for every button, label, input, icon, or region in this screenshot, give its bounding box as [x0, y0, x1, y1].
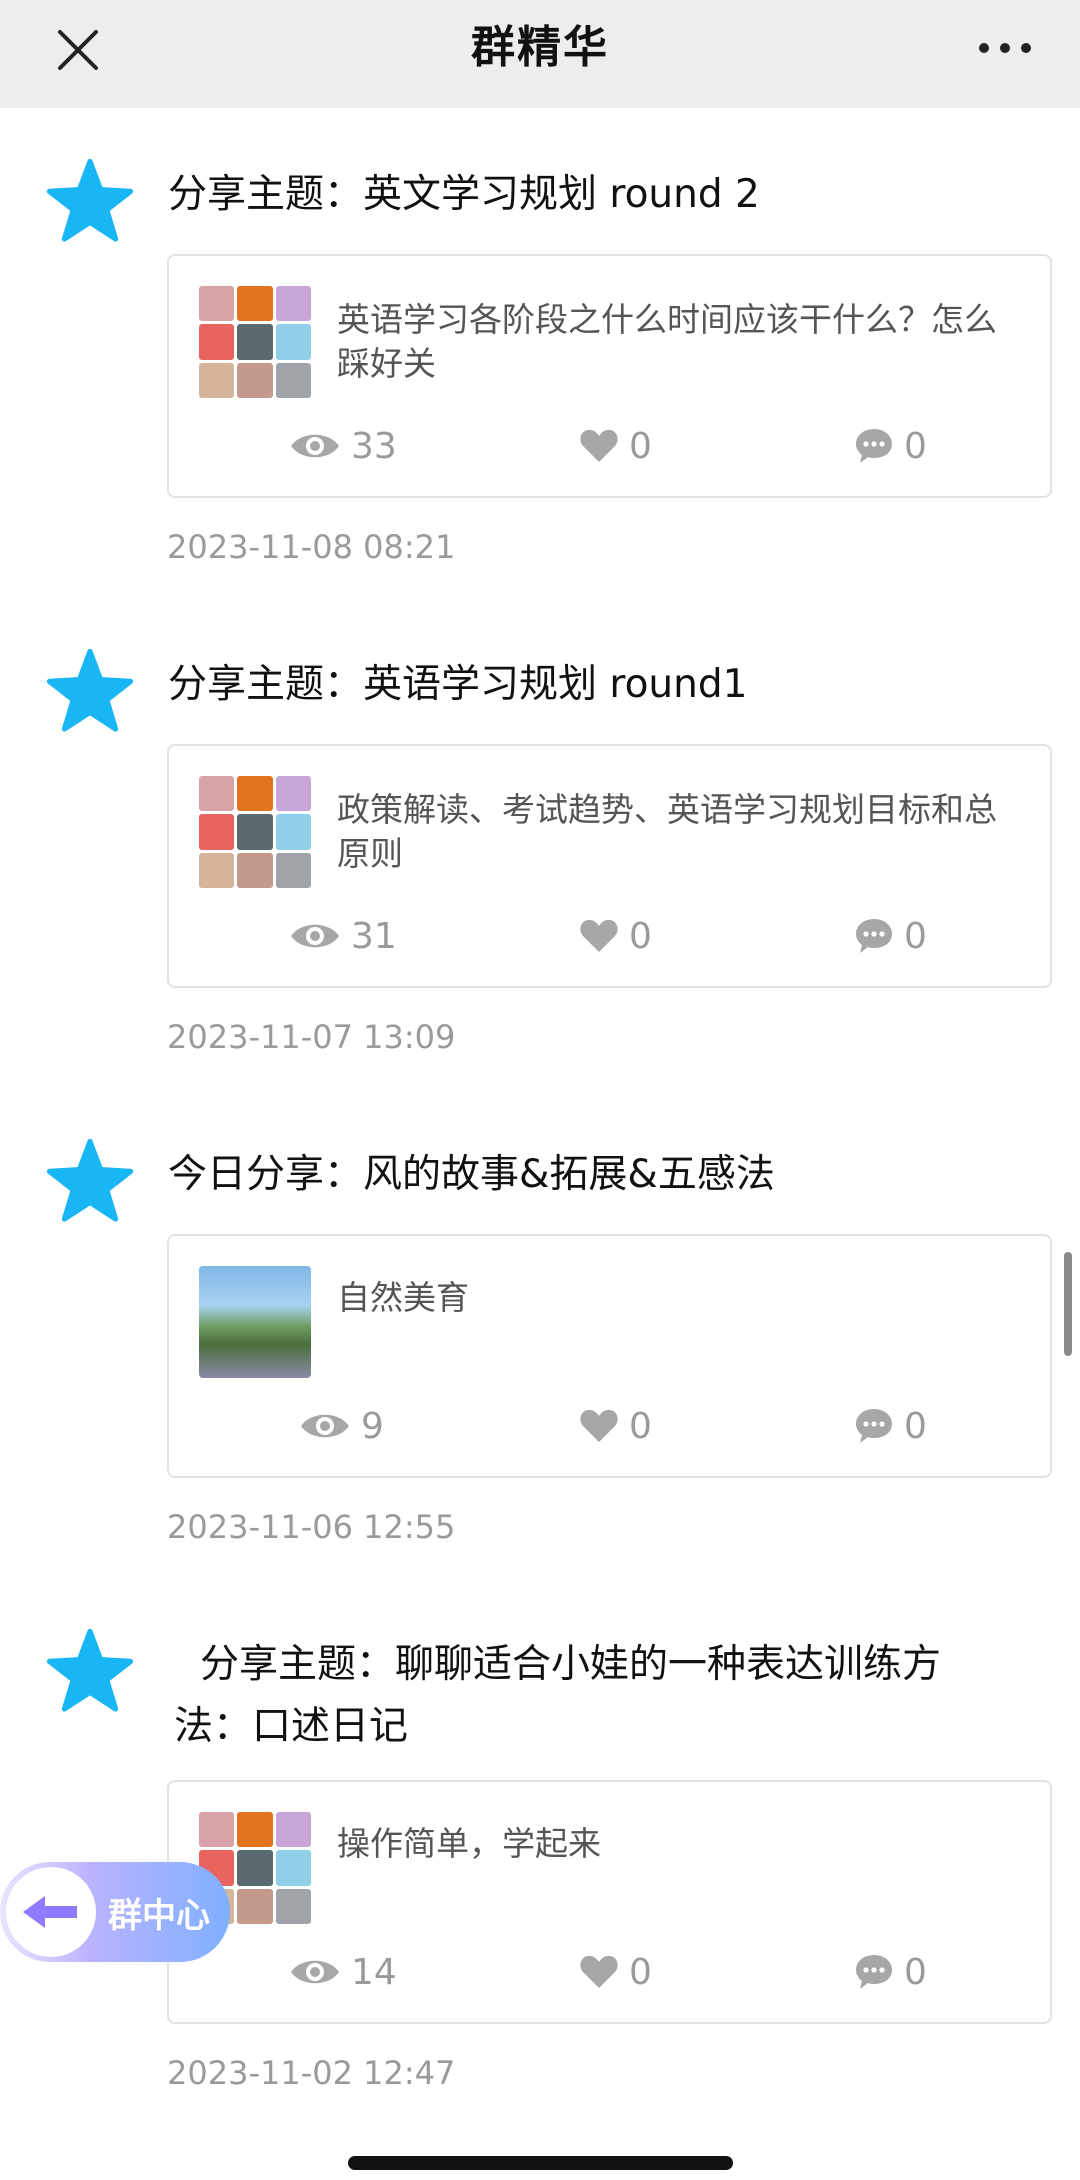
comments-stat[interactable]: 0: [854, 1942, 927, 2002]
likes-stat[interactable]: 0: [579, 1942, 652, 2002]
post-stats: 33 0 0: [169, 416, 1054, 476]
post-card[interactable]: 自然美育 9 0 0: [167, 1234, 1052, 1478]
post-date: 2023-11-02 12:47: [167, 2054, 456, 2092]
back-arrow-icon: [23, 1896, 77, 1928]
back-arrow-badge: [6, 1867, 96, 1957]
page-title: 群精华: [471, 22, 609, 73]
post-card[interactable]: 操作简单，学起来 14 0 0: [167, 1780, 1052, 2024]
post-stats: 9 0 0: [169, 1396, 1054, 1456]
star-icon: [46, 158, 134, 242]
post-summary: 操作简单，学起来: [337, 1824, 601, 1863]
star-icon: [46, 1628, 134, 1712]
post-title: 今日分享：风的故事&拓展&五感法: [168, 1152, 775, 1197]
views-count: 9: [361, 1405, 384, 1447]
eye-icon: [291, 1960, 339, 1984]
post-title: 分享主题：英文学习规划 round 2: [168, 172, 760, 217]
eye-icon: [291, 924, 339, 948]
heart-icon: [580, 429, 618, 462]
comment-icon: [856, 429, 892, 463]
views-count: 33: [351, 425, 397, 467]
heart-icon: [580, 919, 618, 952]
post-date: 2023-11-07 13:09: [167, 1018, 456, 1056]
views-stat: 14: [289, 1942, 397, 2002]
post-summary: 英语学习各阶段之什么时间应该干什么？怎么踩好关: [337, 300, 997, 383]
post-stats: 14 0 0: [169, 1942, 1054, 2002]
post-stats: 31 0 0: [169, 906, 1054, 966]
post-summary: 政策解读、考试趋势、英语学习规划目标和总原则: [337, 790, 997, 873]
star-icon: [46, 648, 134, 732]
group-center-label: 群中心: [108, 1895, 210, 1936]
comments-count: 0: [904, 915, 927, 957]
heart-icon: [580, 1409, 618, 1442]
post-title: 分享主题：聊聊适合小娃的一种表达训练方法：口述日记: [174, 1642, 942, 1749]
avatar-collage-thumbnail: [199, 286, 311, 398]
comments-stat[interactable]: 0: [854, 1396, 927, 1456]
likes-count: 0: [629, 915, 652, 957]
likes-count: 0: [629, 425, 652, 467]
comments-count: 0: [904, 425, 927, 467]
eye-icon: [291, 434, 339, 458]
comment-icon: [856, 1955, 892, 1989]
comments-count: 0: [904, 1951, 927, 1993]
avatar-collage-thumbnail: [199, 776, 311, 888]
views-stat: 9: [299, 1396, 384, 1456]
scrollbar[interactable]: [1064, 1252, 1072, 1356]
post-summary: 自然美育: [337, 1278, 469, 1317]
views-count: 31: [351, 915, 397, 957]
likes-stat[interactable]: 0: [579, 1396, 652, 1456]
post-date: 2023-11-08 08:21: [167, 528, 456, 566]
likes-count: 0: [629, 1951, 652, 1993]
views-count: 14: [351, 1951, 397, 1993]
post-title: 分享主题：英语学习规划 round1: [168, 662, 748, 707]
likes-count: 0: [629, 1405, 652, 1447]
comments-count: 0: [904, 1405, 927, 1447]
comments-stat[interactable]: 0: [854, 416, 927, 476]
more-button[interactable]: [970, 28, 1040, 68]
eye-icon: [301, 1414, 349, 1438]
post-date: 2023-11-06 12:55: [167, 1508, 456, 1546]
comment-icon: [856, 1409, 892, 1443]
views-stat: 31: [289, 906, 397, 966]
likes-stat[interactable]: 0: [579, 416, 652, 476]
heart-icon: [580, 1955, 618, 1988]
views-stat: 33: [289, 416, 397, 476]
top-bar: 群精华: [0, 0, 1080, 108]
comment-icon: [856, 919, 892, 953]
star-icon: [46, 1138, 134, 1222]
likes-stat[interactable]: 0: [579, 906, 652, 966]
more-dots-icon: [979, 43, 1031, 53]
post-card[interactable]: 政策解读、考试趋势、英语学习规划目标和总原则 31 0 0: [167, 744, 1052, 988]
home-indicator[interactable]: [348, 2156, 733, 2170]
photo-thumbnail: [199, 1266, 311, 1378]
group-center-button[interactable]: 群中心: [0, 1862, 230, 1962]
post-card[interactable]: 英语学习各阶段之什么时间应该干什么？怎么踩好关 33 0 0: [167, 254, 1052, 498]
comments-stat[interactable]: 0: [854, 906, 927, 966]
